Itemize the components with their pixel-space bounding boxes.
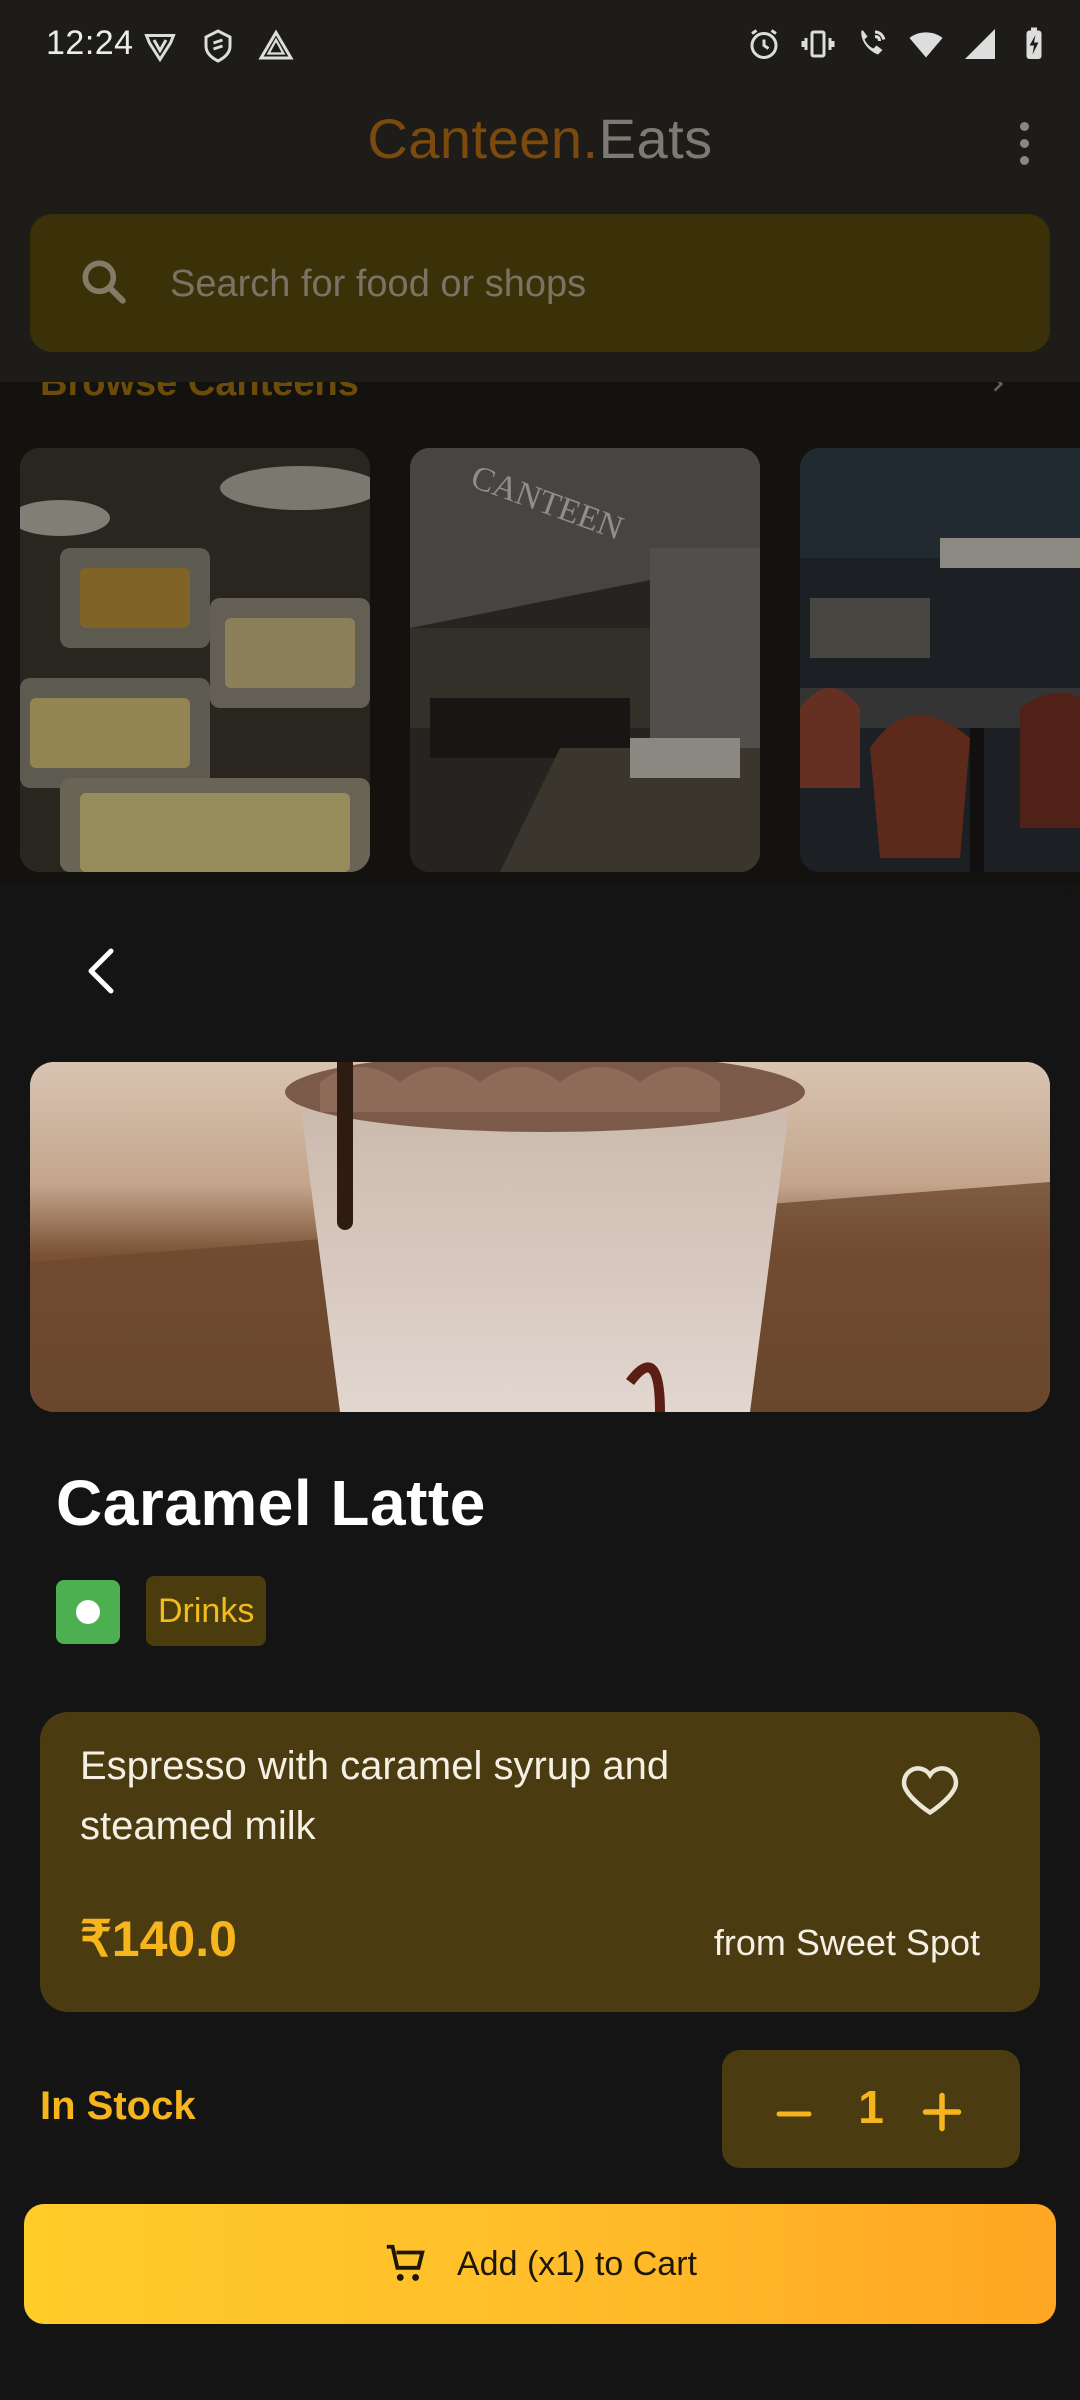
item-name: Caramel Latte xyxy=(56,1467,486,1539)
wifi-icon xyxy=(909,32,943,58)
chevron-left-icon xyxy=(88,948,114,994)
vibrate-icon xyxy=(801,30,835,58)
signal-icon xyxy=(965,29,995,59)
quantity-stepper: 1 xyxy=(722,2050,1020,2168)
search-icon xyxy=(82,260,126,304)
heart-icon[interactable] xyxy=(900,1760,960,1820)
canteen-card-dining[interactable] xyxy=(800,448,1080,872)
search-bar[interactable] xyxy=(30,214,1050,352)
item-image xyxy=(30,1062,1050,1412)
item-detail-sheet: Caramel Latte Drinks Espresso with caram… xyxy=(0,882,1080,2400)
canteen-card-buffet[interactable] xyxy=(20,448,370,872)
brand-part-2: Eats xyxy=(598,107,713,170)
canteen-card-hall[interactable]: CANTEEN xyxy=(410,448,760,872)
quantity-value: 1 xyxy=(858,2081,884,2133)
status-right-icons xyxy=(746,26,1052,62)
status-left-icons xyxy=(142,28,294,64)
veg-indicator-icon xyxy=(56,1580,120,1644)
more-vertical-icon[interactable] xyxy=(1016,122,1032,172)
alarm-icon xyxy=(750,29,778,59)
add-to-cart-label: Add (x1) to Cart xyxy=(457,2244,697,2283)
status-time: 12:24 xyxy=(46,24,134,62)
brand-part-1: Canteen. xyxy=(367,107,599,170)
back-button[interactable] xyxy=(66,936,136,1006)
triangle-alert-icon xyxy=(258,29,294,60)
stock-status: In Stock xyxy=(40,2084,196,2128)
app-header: Canteen.Eats xyxy=(0,92,1080,382)
status-bar: 12:24 xyxy=(0,0,1080,92)
chevron-right-icon[interactable] xyxy=(988,382,1008,394)
item-price: ₹140.0 xyxy=(80,1911,237,1967)
shop-name: from Sweet Spot xyxy=(713,1922,980,1963)
browse-canteens-section: Browse Canteens CANTEEN xyxy=(0,382,1080,882)
app-title: Canteen.Eats xyxy=(0,106,1080,171)
shield-v-icon xyxy=(144,34,176,63)
caramel-latte-photo xyxy=(30,1062,1050,1412)
item-description: Espresso with caramel syrup and steamed … xyxy=(80,1744,670,1848)
plus-icon[interactable] xyxy=(920,2090,964,2134)
battery-charging-icon xyxy=(1026,27,1042,59)
category-chip: Drinks xyxy=(146,1576,267,1646)
dollar-shield-icon xyxy=(204,29,232,63)
add-to-cart-button[interactable]: Add (x1) to Cart xyxy=(24,2204,1056,2324)
wifi-call-icon xyxy=(861,30,886,55)
browse-canteens-label: Browse Canteens xyxy=(40,382,359,404)
item-info-card: Espresso with caramel syrup and steamed … xyxy=(40,1712,1040,2012)
cart-icon xyxy=(386,2244,425,2281)
search-input[interactable] xyxy=(170,256,990,312)
